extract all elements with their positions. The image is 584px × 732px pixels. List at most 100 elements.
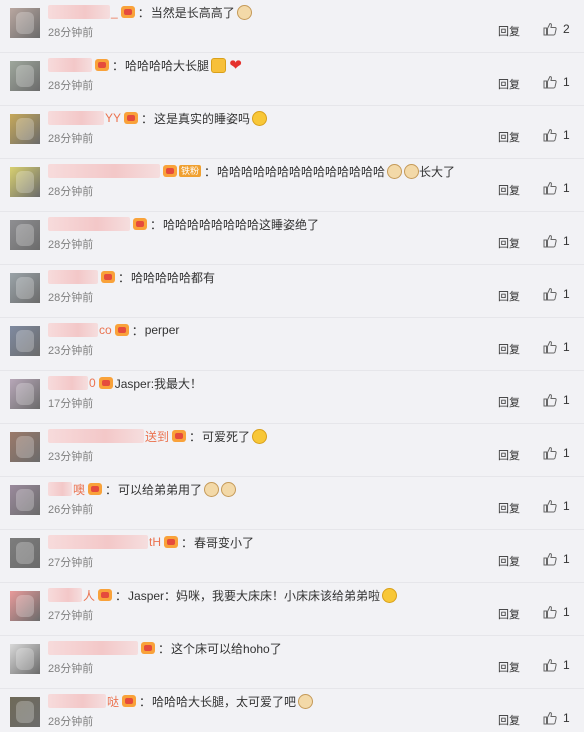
- avatar[interactable]: [10, 8, 40, 38]
- comment-time: 23分钟前: [48, 451, 94, 463]
- username-blurred[interactable]: [48, 429, 144, 443]
- thumbs-up-icon: [543, 181, 557, 195]
- username-blurred[interactable]: [48, 58, 92, 72]
- reply-button[interactable]: 回复: [498, 447, 520, 463]
- reply-button[interactable]: 回复: [498, 659, 520, 675]
- like-button[interactable]: 1: [543, 552, 570, 566]
- reply-button[interactable]: 回复: [498, 288, 520, 304]
- comment-time: 17分钟前: [48, 398, 94, 410]
- username-tail[interactable]: 人: [83, 587, 95, 604]
- username-blurred[interactable]: [48, 270, 98, 284]
- comment-time: 23分钟前: [48, 345, 94, 357]
- thumbs-up-icon: [543, 711, 557, 725]
- comment-row: 噢 ：可以给弟弟用了 26分钟前 回复 1: [0, 477, 584, 530]
- comment-line: ：哈哈哈哈大长腿 ❤: [48, 56, 243, 74]
- username-blurred[interactable]: [48, 588, 82, 602]
- like-button[interactable]: 1: [543, 711, 570, 725]
- reply-button[interactable]: 回复: [498, 500, 520, 516]
- username-blurred[interactable]: [48, 482, 72, 496]
- avatar[interactable]: [10, 167, 40, 197]
- username-blurred[interactable]: [48, 535, 148, 549]
- like-button[interactable]: 1: [543, 605, 570, 619]
- reply-button[interactable]: 回复: [498, 341, 520, 357]
- comment-text: 哈哈哈大长腿，太可爱了吧: [152, 694, 297, 709]
- avatar[interactable]: [10, 697, 40, 727]
- username-blurred[interactable]: [48, 323, 98, 337]
- cat-emoji-icon: [404, 163, 420, 179]
- username-tail[interactable]: 0: [89, 376, 96, 390]
- like-button[interactable]: 1: [543, 287, 570, 301]
- avatar[interactable]: [10, 114, 40, 144]
- username-blurred[interactable]: [48, 217, 130, 231]
- face-emoji-icon: [252, 428, 268, 444]
- reply-button[interactable]: 回复: [498, 394, 520, 410]
- comment-time: 28分钟前: [48, 716, 94, 728]
- comment-text: 可爱死了: [202, 429, 251, 444]
- username-blurred[interactable]: [48, 376, 88, 390]
- comment-text: 这个床可以给hoho了: [171, 641, 282, 656]
- reply-button[interactable]: 回复: [498, 129, 520, 145]
- reply-button[interactable]: 回复: [498, 235, 520, 251]
- username-blurred[interactable]: [48, 641, 138, 655]
- username-blurred[interactable]: [48, 111, 104, 125]
- comment-time: 26分钟前: [48, 504, 94, 516]
- avatar[interactable]: [10, 591, 40, 621]
- like-button[interactable]: 1: [543, 499, 570, 513]
- crown-emoji-icon: [211, 57, 227, 73]
- username-tail[interactable]: YY: [105, 111, 121, 125]
- comment-text: 可以给弟弟用了: [118, 482, 203, 497]
- thumbs-up-icon: [543, 287, 557, 301]
- username-tail[interactable]: 哒: [107, 693, 119, 710]
- comment-line: co ： perper: [48, 321, 179, 339]
- face-emoji-icon: [382, 587, 398, 603]
- username-blurred[interactable]: [48, 5, 110, 19]
- comment-text: 这是真实的睡姿吗: [154, 111, 251, 126]
- reply-button[interactable]: 回复: [498, 23, 520, 39]
- reply-button[interactable]: 回复: [498, 712, 520, 728]
- avatar[interactable]: [10, 273, 40, 303]
- avatar[interactable]: [10, 485, 40, 515]
- username-tail[interactable]: _: [111, 5, 118, 19]
- comment-line: 噢 ：可以给弟弟用了: [48, 480, 237, 498]
- avatar[interactable]: [10, 538, 40, 568]
- avatar[interactable]: [10, 644, 40, 674]
- vip-icon: [101, 271, 115, 283]
- like-button[interactable]: 1: [543, 234, 570, 248]
- avatar[interactable]: [10, 379, 40, 409]
- colon: ：: [131, 323, 144, 338]
- like-button[interactable]: 1: [543, 128, 570, 142]
- like-count: 1: [563, 658, 570, 672]
- like-button[interactable]: 1: [543, 75, 570, 89]
- username-tail[interactable]: tH: [149, 535, 161, 549]
- like-count: 1: [563, 552, 570, 566]
- comment-list: _：当然是长高高了 28分钟前 回复 2：哈哈哈哈大长腿 ❤ 28分钟前 回复 1 YY：这是真…: [0, 0, 584, 732]
- avatar[interactable]: [10, 61, 40, 91]
- username-blurred[interactable]: [48, 164, 160, 178]
- like-count: 1: [563, 234, 570, 248]
- avatar[interactable]: [10, 432, 40, 462]
- like-count: 1: [563, 446, 570, 460]
- reply-button[interactable]: 回复: [498, 606, 520, 622]
- like-button[interactable]: 2: [543, 22, 570, 36]
- like-button[interactable]: 1: [543, 340, 570, 354]
- like-button[interactable]: 1: [543, 181, 570, 195]
- reply-button[interactable]: 回复: [498, 182, 520, 198]
- comment-row: 0 Jasper:我最大！ 17分钟前 回复 1: [0, 371, 584, 424]
- username-tail[interactable]: 送到: [145, 428, 169, 445]
- avatar[interactable]: [10, 220, 40, 250]
- comment-text: 哈哈哈哈哈哈哈哈哈哈哈哈哈哈: [217, 164, 386, 179]
- like-button[interactable]: 1: [543, 393, 570, 407]
- like-button[interactable]: 1: [543, 658, 570, 672]
- reply-button[interactable]: 回复: [498, 553, 520, 569]
- like-button[interactable]: 1: [543, 446, 570, 460]
- face-emoji-icon: [252, 110, 268, 126]
- avatar[interactable]: [10, 326, 40, 356]
- username-tail[interactable]: co: [99, 323, 112, 337]
- username-blurred[interactable]: [48, 694, 106, 708]
- like-count: 1: [563, 287, 570, 301]
- reply-button[interactable]: 回复: [498, 76, 520, 92]
- username-tail[interactable]: 噢: [73, 481, 85, 498]
- thumbs-up-icon: [543, 22, 557, 36]
- comment-time: 28分钟前: [48, 80, 94, 92]
- comment-row: 送到 ：可爱死了 23分钟前 回复 1: [0, 424, 584, 477]
